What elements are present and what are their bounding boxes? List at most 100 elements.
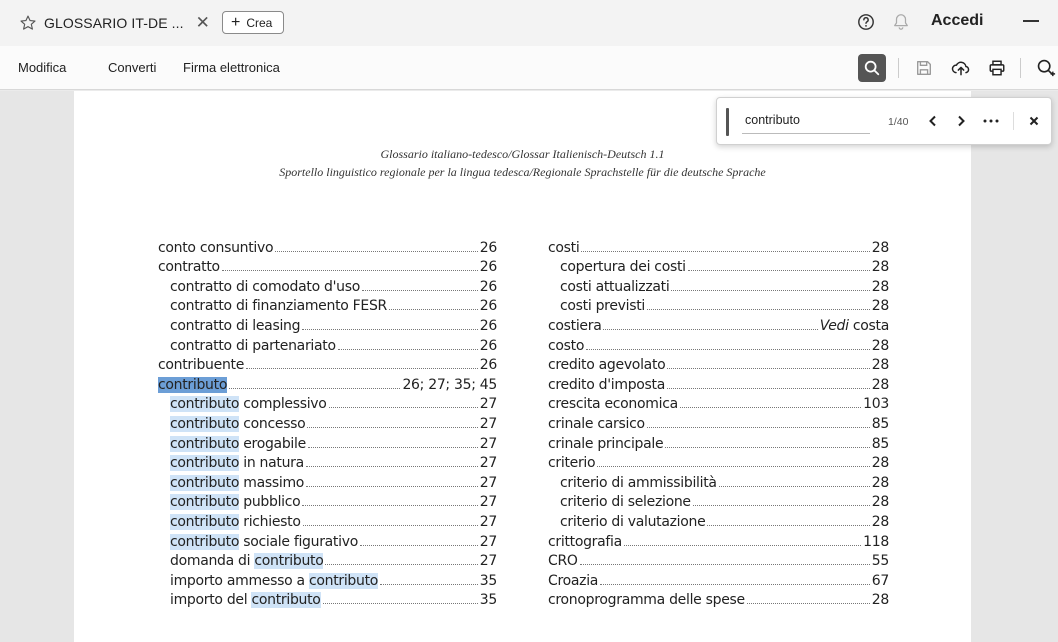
page-number: 27 <box>479 474 498 491</box>
index-term: contributo complessivo <box>170 396 327 413</box>
page-number: 28 <box>871 474 890 491</box>
index-term: importo ammesso a contributo <box>170 572 379 589</box>
zoom-in-icon <box>1037 59 1056 77</box>
search-tool-button[interactable] <box>858 54 886 82</box>
index-subentry: contributo in natura 27 <box>158 452 497 472</box>
search-match: contributo <box>170 513 240 530</box>
index-subentry: costi previsti 28 <box>548 295 889 314</box>
dot-leader <box>302 328 478 330</box>
chevron-left-icon <box>929 115 936 127</box>
index-subentry: importo del contributo 35 <box>158 589 497 609</box>
dot-leader <box>305 466 478 468</box>
page-number: 26 <box>479 239 498 256</box>
dot-leader <box>362 289 478 291</box>
index-term: contratto di partenariato <box>170 337 336 354</box>
dot-leader <box>671 289 870 291</box>
dot-leader <box>646 426 870 428</box>
page-number: 27 <box>479 396 498 413</box>
index-subentry: domanda di contributo 27 <box>158 550 497 570</box>
index-subentry: contratto di leasing 26 <box>158 314 497 334</box>
page-number: 28 <box>871 513 890 530</box>
print-tool-button[interactable] <box>983 54 1011 82</box>
index-subentry: importo ammesso a contributo 35 <box>158 569 497 589</box>
dot-leader <box>325 564 478 566</box>
index-entry: credito agevolato 28 <box>548 354 889 374</box>
page-number: 103 <box>863 396 889 413</box>
current-search-match: contributo <box>158 376 228 393</box>
dot-leader <box>221 270 478 272</box>
star-icon[interactable] <box>18 13 38 33</box>
search-match: contributo <box>170 435 240 452</box>
close-icon <box>1029 116 1039 126</box>
toolbar-divider <box>898 58 899 78</box>
term-text: pubblico <box>239 494 301 511</box>
page-number: 27 <box>479 533 498 550</box>
print-icon <box>989 60 1005 76</box>
document-tab[interactable]: GLOSSARIO IT-DE ... ✕ <box>18 11 210 35</box>
index-term: domanda di contributo <box>170 553 324 570</box>
menu-edit[interactable]: Modifica <box>18 60 66 75</box>
document-viewport[interactable]: Glossario italiano-tedesco/Glossar Itali… <box>0 91 1058 642</box>
page-number: 26 <box>479 298 498 315</box>
page-number: 26 <box>479 278 498 295</box>
dot-leader <box>579 564 870 566</box>
index-term: contributo erogabile <box>170 435 306 452</box>
menu-e-signature[interactable]: Firma elettronica <box>183 60 280 75</box>
index-term: costi attualizzati <box>560 278 670 295</box>
page-number: 28 <box>871 259 890 276</box>
dot-leader <box>246 368 478 370</box>
page-number: 26 <box>479 337 498 354</box>
dot-leader <box>302 505 478 507</box>
index-subentry: copertura dei costi 28 <box>548 256 890 276</box>
search-match: contributo <box>251 592 321 609</box>
index-entry: cronoprogramma delle spese 28 <box>548 589 889 608</box>
close-tab-icon[interactable]: ✕ <box>196 13 210 33</box>
index-term: crinale principale <box>548 435 664 452</box>
page-number: 28 <box>871 455 890 472</box>
minimize-icon[interactable] <box>1023 20 1039 22</box>
search-match: contributo <box>308 572 379 589</box>
create-button[interactable]: + Crea <box>222 11 284 34</box>
save-tool-button[interactable] <box>910 54 938 82</box>
dot-leader <box>388 309 478 311</box>
menu-convert[interactable]: Converti <box>108 60 156 75</box>
index-term: credito agevolato <box>548 357 666 374</box>
more-options-button[interactable] <box>981 111 1001 131</box>
sign-in-button[interactable]: Accedi <box>931 12 983 30</box>
index-entry: crinale principale 85 <box>548 432 889 452</box>
upload-tool-button[interactable] <box>947 54 975 82</box>
index-term: CRO <box>548 553 578 570</box>
term-text: concesso <box>239 415 306 432</box>
index-entry: CRO 55 <box>548 550 889 570</box>
dot-leader <box>275 250 478 252</box>
dot-leader <box>646 309 870 311</box>
bell-icon[interactable] <box>892 12 910 32</box>
next-result-button[interactable] <box>951 111 971 131</box>
term-text: massimo <box>239 474 305 491</box>
help-icon[interactable] <box>857 13 875 31</box>
see-target: costa <box>852 317 889 334</box>
index-term: criterio di valutazione <box>560 513 706 530</box>
search-match: contributo <box>170 494 240 511</box>
index-entry: crinale carsico 85 <box>548 412 889 432</box>
term-text: erogabile <box>239 435 306 452</box>
previous-result-button[interactable] <box>923 111 943 131</box>
dot-leader <box>679 407 862 409</box>
index-term: contratto di leasing <box>170 317 301 334</box>
zoom-tool-button[interactable] <box>1032 54 1058 82</box>
dot-leader <box>337 348 478 350</box>
dot-leader <box>359 544 478 546</box>
find-input[interactable] <box>742 106 870 134</box>
toolbar-divider <box>1020 58 1021 78</box>
term-text: domanda di <box>170 553 255 570</box>
page-number: 27 <box>479 455 498 472</box>
index-term: contratto di finanziamento FESR <box>170 298 387 315</box>
index-column-left: conto consuntivo 26 contratto 26 contratto d… <box>158 236 498 609</box>
dot-leader <box>306 485 478 487</box>
chevron-right-icon <box>958 115 965 127</box>
dot-leader <box>665 446 870 448</box>
index-term: copertura dei costi <box>560 259 686 276</box>
page-number: 26 <box>479 259 498 276</box>
page-number: 28 <box>871 376 890 393</box>
close-find-button[interactable] <box>1024 111 1044 131</box>
